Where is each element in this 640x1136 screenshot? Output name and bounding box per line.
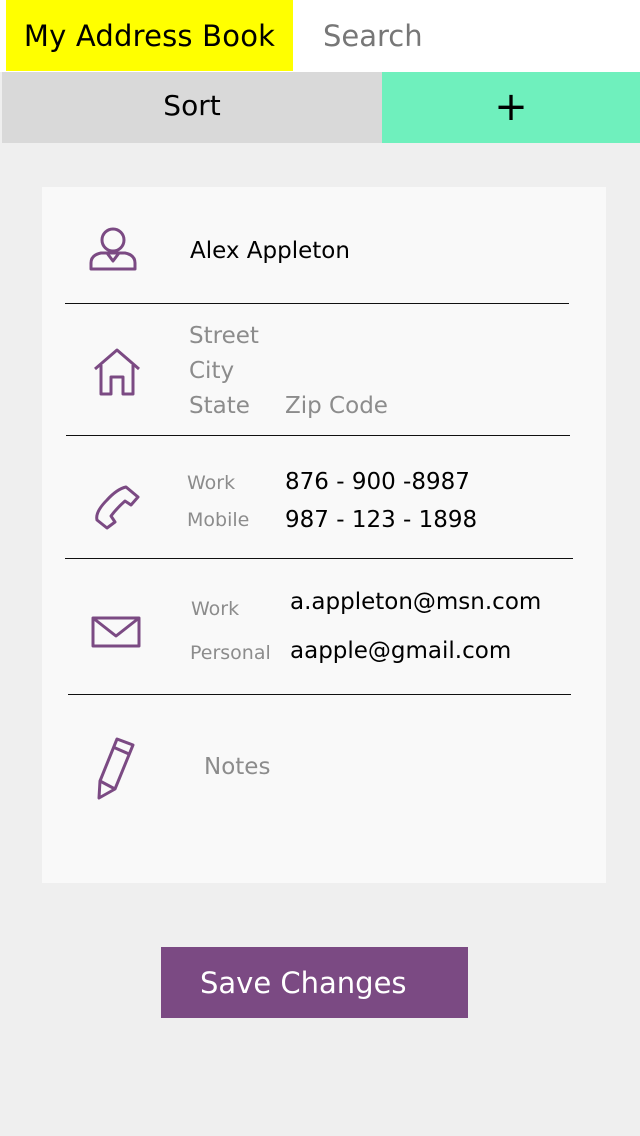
pencil-icon: [95, 737, 137, 801]
divider: [68, 694, 571, 695]
state-field[interactable]: State: [189, 393, 250, 419]
city-field[interactable]: City: [189, 358, 234, 384]
phone-icon: [93, 484, 141, 530]
divider: [65, 558, 573, 559]
phone-work-label: Work: [187, 472, 236, 494]
contact-name[interactable]: Alex Appleton: [190, 238, 350, 264]
street-field[interactable]: Street: [189, 323, 259, 349]
contact-card: Alex Appleton Street City State Zip Code…: [42, 187, 606, 883]
save-changes-button[interactable]: Save Changes: [161, 947, 468, 1018]
phone-mobile-value[interactable]: 987 - 123 - 1898: [285, 507, 477, 533]
email-personal-label: Personal: [190, 642, 271, 664]
phone-work-value[interactable]: 876 - 900 -8987: [285, 469, 470, 495]
divider: [66, 435, 570, 436]
top-bar: My Address Book Search: [0, 0, 640, 72]
email-work-value[interactable]: a.appleton@msn.com: [290, 589, 541, 615]
phone-mobile-label: Mobile: [187, 509, 250, 531]
home-icon: [92, 347, 142, 397]
notes-field[interactable]: Notes: [204, 754, 270, 780]
envelope-icon: [91, 616, 141, 648]
email-work-label: Work: [191, 598, 240, 620]
email-personal-value[interactable]: aapple@gmail.com: [290, 638, 511, 664]
divider: [65, 303, 569, 304]
search-tab[interactable]: Search: [323, 0, 423, 72]
zip-code-field[interactable]: Zip Code: [285, 393, 388, 419]
sort-button[interactable]: Sort: [2, 72, 382, 143]
app-title[interactable]: My Address Book: [6, 0, 293, 71]
add-contact-button[interactable]: +: [382, 72, 640, 143]
user-icon: [88, 225, 138, 273]
